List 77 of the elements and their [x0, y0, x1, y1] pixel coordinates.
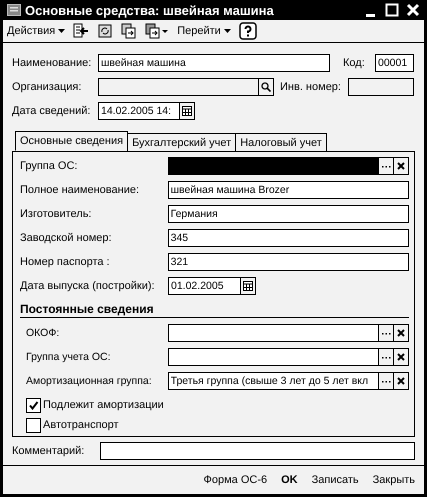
copy-arrow-icon[interactable] — [121, 23, 138, 39]
field-label: Полное наименование: — [20, 184, 140, 196]
clear-button[interactable] — [393, 373, 408, 389]
input-field[interactable]: швейная машина — [98, 54, 330, 72]
field-label: Наименование: — [12, 57, 92, 69]
select-field[interactable]: Третья группа (свыше 3 лет до 5 лет вкл — [168, 372, 409, 390]
tab[interactable]: Основные сведения — [15, 131, 128, 151]
calendar-icon — [182, 106, 192, 116]
caret-icon — [224, 29, 231, 33]
clear-button[interactable] — [393, 158, 408, 174]
field-label: Инв. номер: — [280, 81, 342, 93]
field-label: Заводской номер: — [20, 232, 113, 244]
search-button[interactable] — [258, 79, 273, 95]
field-label: Группа ОС: — [20, 160, 78, 172]
copy-dropdown-icon[interactable] — [145, 23, 170, 39]
calendar-icon — [243, 281, 253, 291]
input-field[interactable]: 00001 — [375, 54, 414, 72]
checkbox[interactable] — [26, 418, 41, 432]
tab[interactable]: Налоговый учет — [235, 133, 327, 151]
field-label: Изготовитель: — [20, 208, 92, 220]
footer-button[interactable]: Форма ОС-6 — [198, 472, 272, 488]
input-field[interactable]: 345 — [168, 229, 409, 247]
select-field[interactable] — [168, 157, 409, 175]
dots-icon — [382, 356, 390, 358]
field-label: Комментарий: — [12, 445, 86, 457]
section-title: Постоянные сведения — [20, 302, 409, 318]
dots-icon — [382, 164, 390, 168]
select-field[interactable] — [168, 348, 409, 366]
input-field[interactable] — [98, 78, 274, 96]
help-icon[interactable] — [238, 22, 257, 40]
date-field[interactable]: 01.02.2005 — [168, 277, 256, 295]
actions-menu[interactable]: Действия — [7, 25, 66, 37]
form-icon — [7, 4, 21, 16]
calendar-button[interactable] — [240, 278, 255, 294]
input-field[interactable]: 321 — [168, 253, 409, 271]
window-title: Основные средства: швейная машина — [25, 2, 275, 18]
search-icon — [261, 82, 271, 92]
refresh-icon[interactable] — [97, 23, 114, 39]
calendar-button[interactable] — [179, 103, 194, 119]
close-icon — [397, 162, 405, 170]
field-label: Группа учета ОС: — [25, 351, 112, 363]
footer-button[interactable]: Записать — [306, 472, 364, 488]
checkbox-label: Подлежит амортизации — [43, 399, 164, 411]
close-icon — [397, 353, 405, 361]
footer-button[interactable]: Закрыть — [368, 472, 420, 488]
input-field[interactable] — [348, 78, 414, 96]
clear-button[interactable] — [393, 349, 408, 365]
field-label: Код: — [343, 57, 366, 69]
field-label: Дата сведений: — [12, 105, 92, 117]
date-field[interactable]: 14.02.2005 14: — [98, 102, 195, 120]
comment-field[interactable] — [100, 442, 415, 460]
field-label: Организация: — [12, 81, 82, 93]
checkbox-label: Автотранспорт — [43, 419, 119, 431]
close-icon — [397, 329, 405, 337]
dots-icon — [382, 380, 390, 382]
clear-button[interactable] — [393, 325, 408, 341]
field-label: Дата выпуска (постройки): — [20, 280, 156, 292]
goto-menu[interactable]: Перейти — [177, 25, 231, 37]
input-field[interactable]: швейная машина Brozer — [168, 181, 409, 199]
document-arrow-icon[interactable] — [73, 23, 90, 39]
dots-icon — [382, 332, 390, 334]
field-label: Номер паспорта : — [20, 256, 111, 268]
caret-icon — [58, 29, 66, 33]
close-icon — [397, 377, 405, 385]
select-field[interactable] — [168, 324, 409, 342]
checkbox[interactable] — [26, 398, 41, 412]
choose-button[interactable] — [378, 373, 393, 389]
footer-button[interactable]: OK — [276, 472, 303, 488]
field-label: ОКОФ: — [25, 327, 60, 339]
field-label: Амортизационная группа: — [25, 375, 153, 387]
close-icon[interactable] — [406, 3, 420, 17]
choose-button[interactable] — [378, 325, 393, 341]
choose-button[interactable] — [378, 349, 393, 365]
choose-button[interactable] — [378, 158, 393, 174]
tab[interactable]: Бухгалтерский учет — [127, 133, 236, 151]
input-field[interactable]: Германия — [168, 205, 409, 223]
maximize-icon[interactable] — [385, 3, 399, 17]
